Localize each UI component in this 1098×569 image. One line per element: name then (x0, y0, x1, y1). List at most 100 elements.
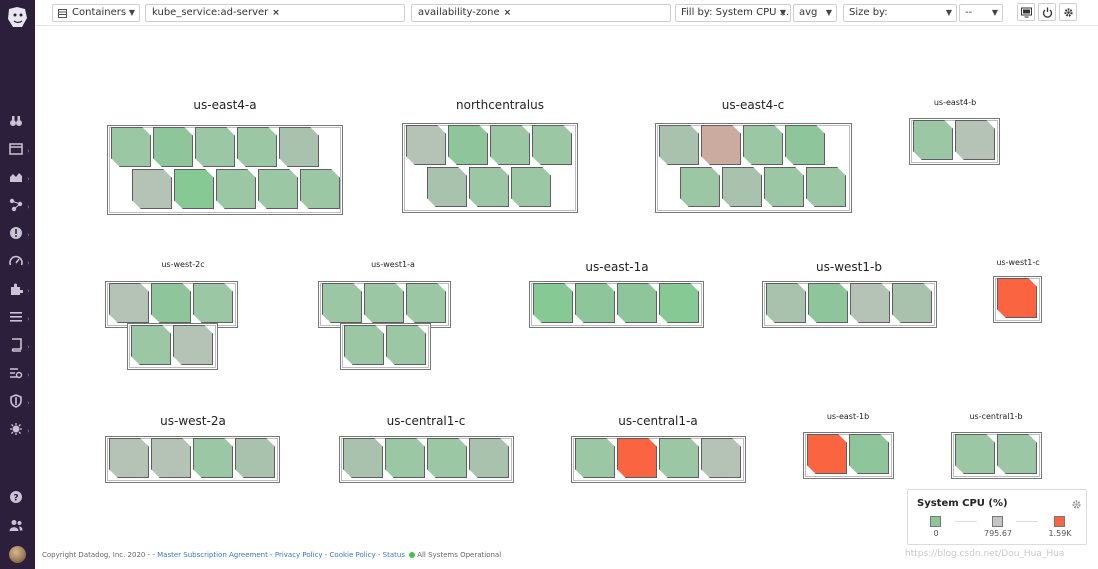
tv-mode-button[interactable] (1017, 3, 1035, 21)
container-tile[interactable] (153, 127, 193, 167)
container-tile[interactable] (469, 438, 509, 478)
group-title[interactable]: us-central1-b (969, 412, 1022, 421)
fill-agg-select[interactable]: avg ▼ (793, 4, 837, 22)
fill-by-select[interactable]: Fill by: System CPU ... ▼ (675, 4, 791, 22)
container-tile[interactable] (406, 283, 446, 323)
container-tile[interactable] (111, 127, 151, 167)
container-tile[interactable] (892, 283, 932, 323)
container-tile[interactable] (386, 325, 426, 365)
size-by-select[interactable]: Size by: ▼ (843, 4, 957, 22)
apm-icon[interactable] (9, 366, 25, 382)
container-tile[interactable] (237, 127, 277, 167)
puzzle-icon[interactable] (9, 282, 25, 298)
container-tile[interactable] (722, 167, 762, 207)
status-link[interactable]: Status (383, 551, 405, 559)
group-tag[interactable]: availability-zone × (418, 5, 511, 21)
container-tile[interactable] (258, 169, 298, 209)
dashboard-icon[interactable] (9, 142, 25, 158)
size-agg-select[interactable]: -- ▼ (959, 4, 1003, 22)
container-tile[interactable] (448, 125, 488, 165)
container-tile[interactable] (173, 325, 213, 365)
container-tile[interactable] (659, 438, 699, 478)
container-tile[interactable] (151, 438, 191, 478)
container-tile[interactable] (109, 438, 149, 478)
container-tile[interactable] (385, 438, 425, 478)
container-tile[interactable] (469, 167, 509, 207)
gauge-icon[interactable] (9, 254, 25, 270)
group-title[interactable]: us-central1-a (618, 414, 697, 428)
container-tile[interactable] (216, 169, 256, 209)
container-tile[interactable] (575, 283, 615, 323)
container-tile[interactable] (659, 125, 699, 165)
container-tile[interactable] (808, 283, 848, 323)
container-tile[interactable] (193, 283, 233, 323)
container-tile[interactable] (997, 278, 1037, 318)
gear-icon[interactable] (1071, 495, 1082, 509)
container-tile[interactable] (617, 438, 657, 478)
group-title[interactable]: us-west1-c (996, 258, 1039, 267)
user-avatar[interactable] (9, 546, 26, 563)
group-title[interactable]: us-west-2a (160, 414, 226, 428)
container-tile[interactable] (427, 438, 467, 478)
container-tile[interactable] (680, 167, 720, 207)
container-tile[interactable] (300, 169, 340, 209)
container-tile[interactable] (617, 283, 657, 323)
container-tile[interactable] (807, 434, 847, 474)
container-tile[interactable] (279, 127, 319, 167)
container-tile[interactable] (997, 434, 1037, 474)
list-icon[interactable] (9, 310, 25, 326)
datadog-logo-icon[interactable] (5, 5, 30, 30)
nodes-icon[interactable] (9, 198, 25, 214)
chart-icon[interactable] (9, 170, 25, 186)
filter-input[interactable]: kube_service:ad-server × (145, 4, 405, 22)
privacy-link[interactable]: Privacy Policy (275, 551, 323, 559)
group-by-input[interactable]: availability-zone × (411, 4, 671, 22)
container-tile[interactable] (364, 283, 404, 323)
container-tile[interactable] (406, 125, 446, 165)
container-tile[interactable] (743, 125, 783, 165)
container-tile[interactable] (490, 125, 530, 165)
container-tile[interactable] (701, 438, 741, 478)
filter-tag[interactable]: kube_service:ad-server × (152, 5, 280, 21)
container-tile[interactable] (850, 283, 890, 323)
group-title[interactable]: northcentralus (456, 98, 544, 112)
container-tile[interactable] (955, 120, 995, 160)
group-title[interactable]: us-east-1b (827, 412, 869, 421)
alert-icon[interactable] (9, 226, 25, 242)
container-tile[interactable] (343, 438, 383, 478)
settings-button[interactable] (1059, 3, 1077, 21)
group-title[interactable]: us-east4-a (193, 98, 256, 112)
type-select[interactable]: Containers ▼ (52, 4, 140, 22)
container-tile[interactable] (806, 167, 846, 207)
container-tile[interactable] (764, 167, 804, 207)
container-tile[interactable] (766, 283, 806, 323)
shield-icon[interactable] (9, 394, 25, 410)
group-title[interactable]: us-east4-c (722, 98, 784, 112)
help-icon[interactable]: ? (9, 490, 25, 506)
filter-tag-remove-icon[interactable]: × (272, 8, 280, 18)
container-tile[interactable] (195, 127, 235, 167)
container-tile[interactable] (659, 283, 699, 323)
container-tile[interactable] (701, 125, 741, 165)
group-title[interactable]: us-west1-a (371, 260, 415, 269)
container-tile[interactable] (344, 325, 384, 365)
container-tile[interactable] (193, 438, 233, 478)
notebook-icon[interactable] (9, 338, 25, 354)
container-tile[interactable] (322, 283, 362, 323)
group-title[interactable]: us-west1-b (816, 260, 882, 274)
cookie-link[interactable]: Cookie Policy (330, 551, 376, 559)
group-title[interactable]: us-west-2c (161, 260, 204, 269)
container-tile[interactable] (511, 167, 551, 207)
team-icon[interactable] (9, 518, 25, 534)
group-title[interactable]: us-east4-b (934, 98, 976, 107)
bug-icon[interactable] (9, 422, 25, 438)
container-tile[interactable] (913, 120, 953, 160)
container-tile[interactable] (575, 438, 615, 478)
container-tile[interactable] (785, 125, 825, 165)
msa-link[interactable]: Master Subscription Agreement (157, 551, 268, 559)
container-tile[interactable] (849, 434, 889, 474)
container-tile[interactable] (131, 325, 171, 365)
container-tile[interactable] (174, 169, 214, 209)
binoculars-icon[interactable] (9, 114, 25, 130)
group-tag-remove-icon[interactable]: × (504, 8, 512, 18)
